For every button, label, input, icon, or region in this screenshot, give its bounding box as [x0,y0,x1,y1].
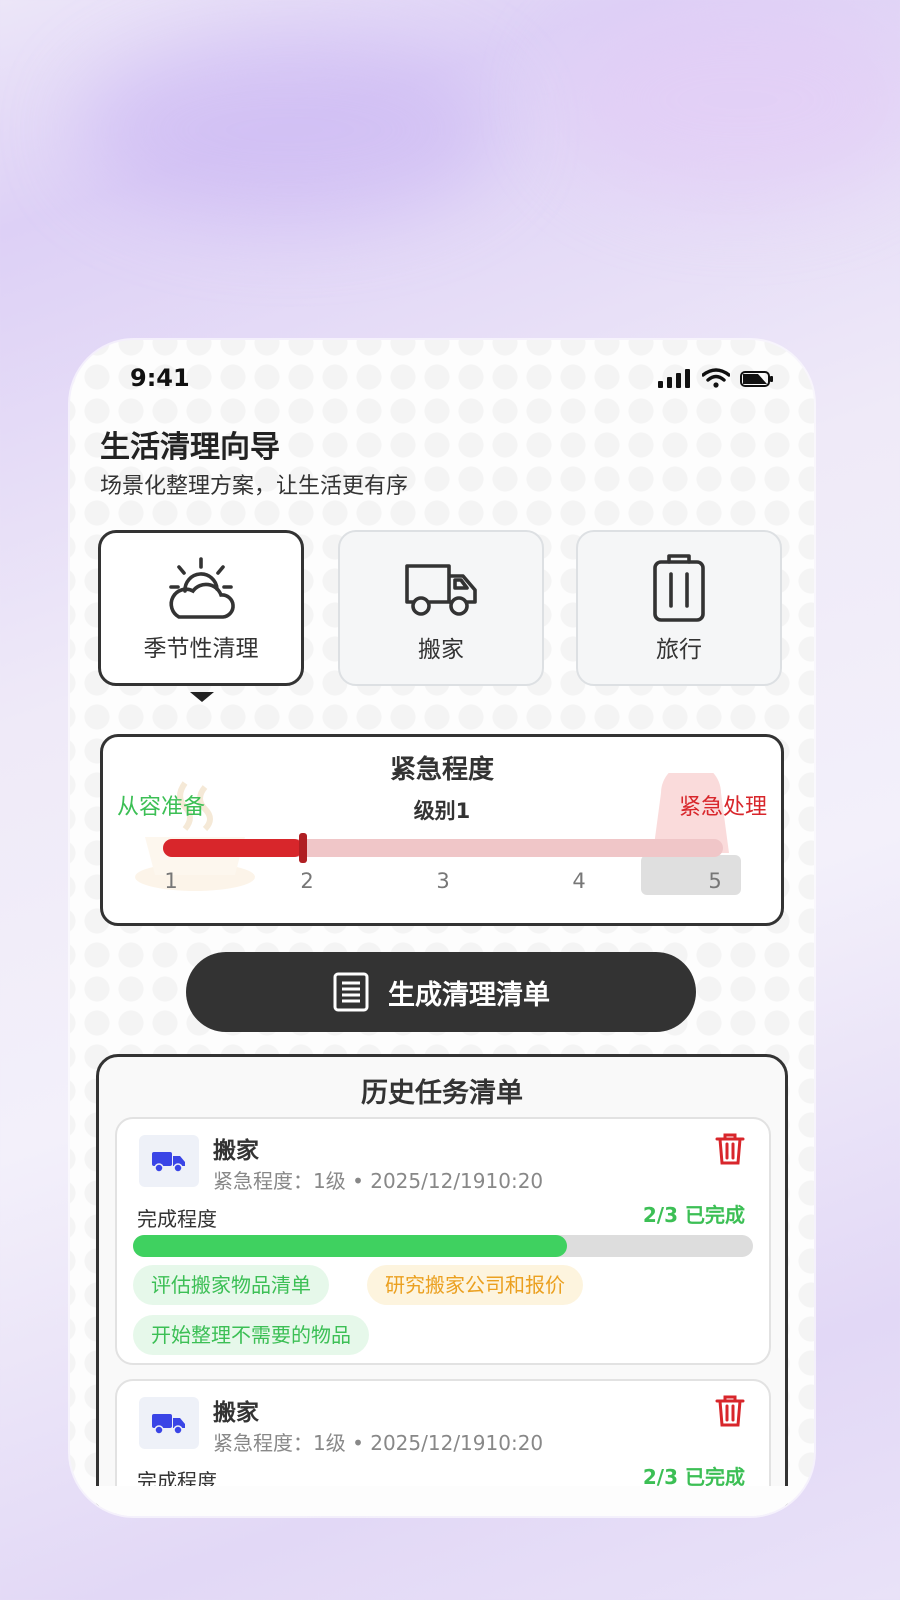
weather-sun-cloud-icon [169,557,235,619]
urgency-card: 紧急程度 从容准备 紧急处理 级别1 12345 [100,734,784,926]
urgency-tick-label: 4 [572,869,586,893]
truck-icon [152,1414,185,1435]
truck-icon [405,564,477,616]
status-time: 9:41 [130,364,190,392]
scene-card-moving[interactable]: 搬家 [338,530,544,686]
task-chip-done[interactable]: 开始整理不需要的物品 [133,1315,369,1355]
truck-icon [152,1152,185,1173]
luggage-icon [653,554,705,622]
history-task-card[interactable]: 搬家 紧急程度：1级 • 2025/12/1910:20 完成程度 2/3 已完… [115,1117,771,1365]
task-chip-done[interactable]: 评估搬家物品清单 [133,1265,329,1305]
page-title: 生活清理向导 [100,430,280,465]
history-title: 历史任务清单 [361,1078,523,1109]
urgency-slider-fill [163,839,303,857]
urgency-tick-label: 5 [708,869,722,893]
phone-screen: 9:41 生活清理向导 场景化整理方案，让生活更有序 季节性清理 搬家 旅行 紧… [70,340,814,1516]
trash-icon[interactable] [715,1395,745,1427]
task-icon-box [139,1397,199,1449]
urgency-slider[interactable] [163,833,723,863]
progress-bar-fill [133,1235,567,1257]
scene-label: 季节性清理 [143,636,259,662]
scene-label: 搬家 [418,637,464,663]
battery-icon [740,371,773,387]
bottom-fade [70,1486,814,1516]
progress-bar [133,1235,753,1257]
trash-icon[interactable] [715,1133,745,1165]
task-meta: 紧急程度：1级 • 2025/12/1910:20 [213,1169,544,1193]
generate-checklist-button[interactable]: 生成清理清单 [186,952,696,1032]
task-meta: 紧急程度：1级 • 2025/12/1910:20 [213,1431,544,1455]
generate-button-label: 生成清理清单 [388,979,550,1011]
signal-icon [658,369,690,388]
wifi-icon [702,368,730,388]
checklist-icon [333,972,369,1012]
progress-label: 完成程度 [137,1207,217,1231]
task-name: 搬家 [213,1138,259,1164]
status-icons [658,368,774,388]
scene-label: 旅行 [656,637,702,663]
urgency-level-text: 级别1 [413,799,471,823]
scene-card-travel[interactable]: 旅行 [576,530,782,686]
selected-pointer [190,692,214,702]
page-subtitle: 场景化整理方案，让生活更有序 [100,474,409,499]
urgency-slider-thumb[interactable] [299,833,307,863]
urgency-tick-label: 2 [300,869,314,893]
task-icon-box [139,1135,199,1187]
task-name: 搬家 [213,1400,259,1426]
history-panel: 历史任务清单 搬家 紧急程度：1级 • 2025/12/1910:20 完成程度… [96,1054,788,1516]
task-chip-pending[interactable]: 研究搬家公司和报价 [367,1265,583,1305]
urgency-title: 紧急程度 [389,755,494,785]
background-blob [80,40,500,220]
background-blob [560,0,900,200]
urgency-tick-label: 3 [436,869,450,893]
urgency-tick-label: 1 [164,869,178,893]
scene-card-seasonal[interactable]: 季节性清理 [98,530,304,686]
progress-count: 2/3 已完成 [642,1203,745,1227]
